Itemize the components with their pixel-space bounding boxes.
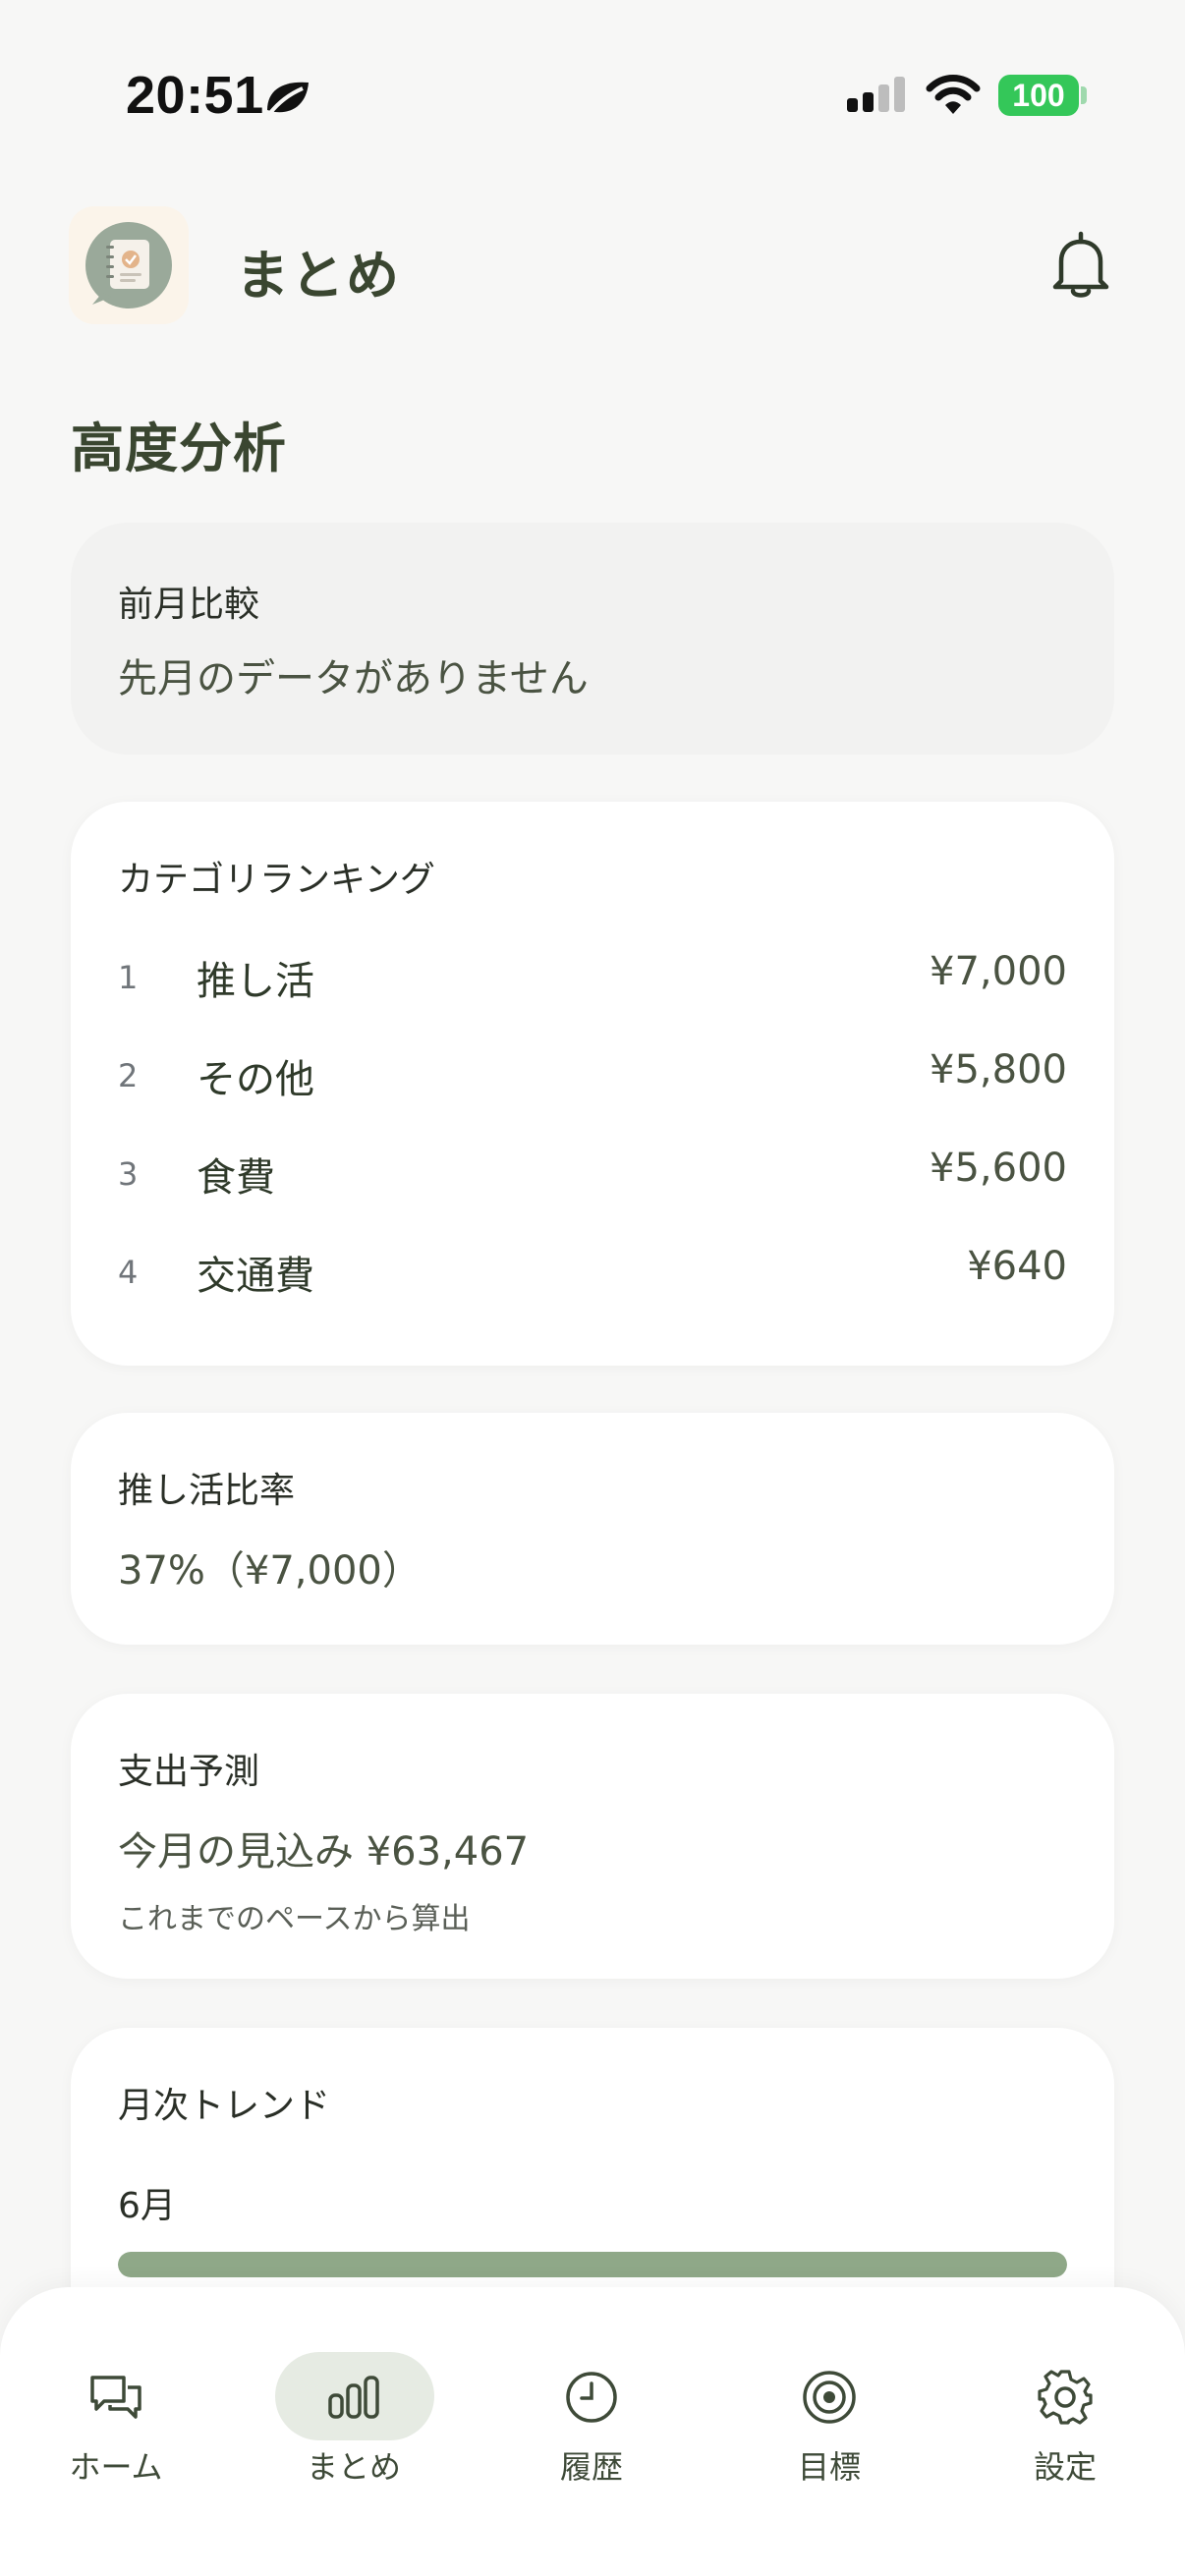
bar-chart-icon [328,2376,379,2419]
ranking-category: 推し活 [197,959,314,1004]
month-compare-card: 前月比較 先月のデータがありません [71,523,1114,755]
ranking-number: 1 [118,959,139,996]
monthly-trend-title: 月次トレンド [118,2086,331,2126]
trend-progress-fill [118,2252,1067,2277]
ranking-row: 2 その他 ¥5,800 [118,1047,1067,1106]
notebook-icon [85,222,172,308]
ranking-number: 3 [118,1155,139,1193]
nav-item-home[interactable]: ホーム [18,2317,214,2493]
bottom-navigation: ホーム まとめ 履歴 目標 設定 [0,2287,1185,2576]
spending-forecast-card: 支出予測 今月の見込み ¥63,467 これまでのペースから算出 [71,1694,1114,1979]
ranking-row: 3 食費 ¥5,600 [118,1146,1067,1204]
ranking-amount: ¥5,600 [930,1146,1067,1191]
clock-icon [566,2372,617,2423]
nav-label: ホーム [69,2448,163,2486]
gear-icon [1038,2370,1093,2425]
nav-label: 目標 [797,2448,861,2486]
leaf-icon [267,82,309,116]
ranking-category: 交通費 [197,1254,314,1299]
app-logo [69,206,189,324]
oshi-ratio-card: 推し活比率 37%（¥7,000） [71,1413,1114,1645]
nav-label: 履歴 [559,2448,623,2486]
category-ranking-card: カテゴリランキング 1 推し活 ¥7,000 2 その他 ¥5,800 3 食費… [71,802,1114,1366]
ranking-category: その他 [197,1057,314,1102]
nav-item-history[interactable]: 履歴 [493,2317,690,2493]
nav-label: まとめ [306,2448,401,2486]
notification-bell-icon[interactable] [1047,230,1114,301]
chat-icon [90,2376,141,2419]
nav-item-settings[interactable]: 設定 [967,2317,1163,2493]
ranking-number: 2 [118,1057,139,1094]
forecast-title: 支出予測 [118,1752,260,1792]
trend-progress-bar [118,2252,1067,2277]
page-title: まとめ [236,245,401,307]
forecast-value: 今月の見込み ¥63,467 [118,1829,530,1875]
ranking-row: 4 交通費 ¥640 [118,1244,1067,1303]
status-time: 20:51 [126,66,264,125]
cellular-signal-icon [847,77,905,112]
ranking-amount: ¥640 [967,1244,1067,1289]
ranking-amount: ¥5,800 [930,1047,1067,1092]
nav-label: 設定 [1033,2448,1097,2486]
month-compare-message: 先月のデータがありません [118,656,589,701]
ranking-category: 食費 [197,1155,275,1201]
target-icon [803,2371,856,2424]
ranking-amount: ¥7,000 [930,949,1067,994]
battery-tip [1081,86,1087,104]
trend-month-label: 6月 [118,2186,176,2226]
oshi-ratio-title: 推し活比率 [118,1471,296,1511]
status-bar: 20:51 100 [0,0,1185,187]
nav-item-goals[interactable]: 目標 [731,2317,928,2493]
oshi-ratio-value: 37%（¥7,000） [118,1548,422,1594]
ranking-row: 1 推し活 ¥7,000 [118,949,1067,1008]
category-ranking-title: カテゴリランキング [118,860,435,900]
ranking-number: 4 [118,1254,139,1291]
summary-screen: 20:51 100 まとめ 高度分析 前月比較 先月のデータがありません カテゴ… [0,0,1185,2576]
section-title: 高度分析 [71,418,287,479]
battery-indicator: 100 [998,75,1079,116]
nav-item-summary[interactable]: まとめ [255,2317,452,2493]
forecast-note: これまでのペースから算出 [118,1902,471,1936]
month-compare-title: 前月比較 [118,585,260,625]
wifi-icon [926,75,981,114]
